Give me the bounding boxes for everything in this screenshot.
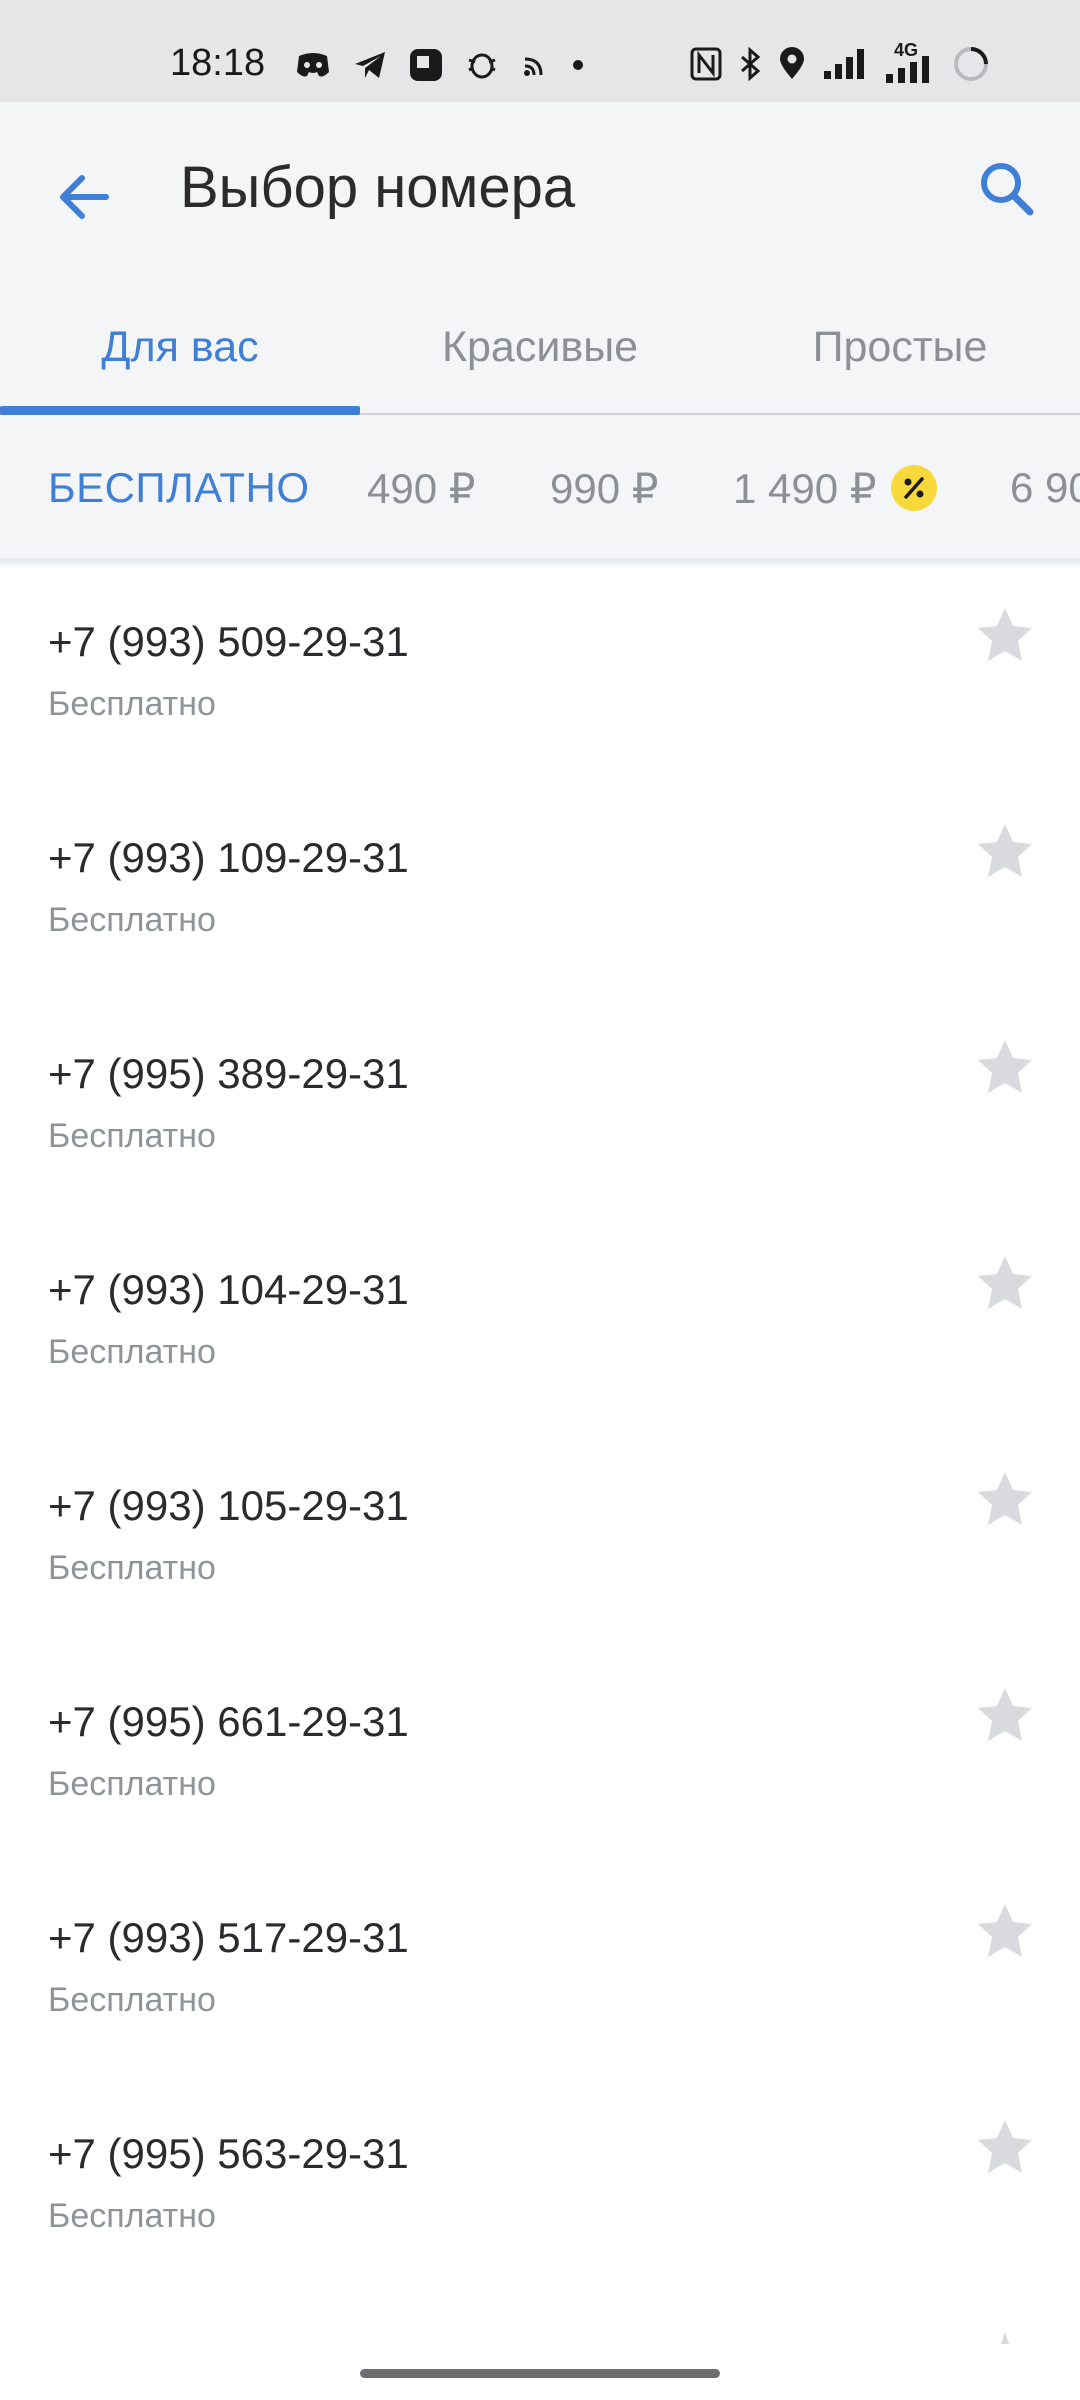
phone-number: +7 (995) 389-29-31 <box>48 1050 409 1097</box>
filter-1490-label: 1 490 ₽ <box>733 464 877 512</box>
discord-icon <box>297 53 329 77</box>
favorite-button[interactable] <box>974 604 1036 666</box>
list-item[interactable]: +7 (993) 517-29-31 Бесплатно <box>0 1856 1080 2072</box>
number-price: Бесплатно <box>48 1117 216 1155</box>
phone-number: +7 (993) 105-29-31 <box>48 1482 409 1529</box>
star-icon <box>978 1256 1032 1309</box>
battery-loading-icon <box>954 47 988 81</box>
active-tab-indicator <box>0 406 360 415</box>
app-header: Выбор номера Для вас Красивые Простые БЕ… <box>0 102 1080 560</box>
filter-1490[interactable]: 1 490 ₽ <box>733 416 937 560</box>
number-price: Бесплатно <box>48 1765 216 1803</box>
phone-number: +7 (995) 563-29-31 <box>48 2130 409 2177</box>
tab-bar: Для вас Красивые Простые <box>0 282 1080 416</box>
notification-icons <box>295 48 585 82</box>
telegram-icon <box>355 52 385 78</box>
percent-icon <box>903 477 924 499</box>
list-item[interactable]: +7 (993) 509-29-31 Бесплатно <box>0 560 1080 776</box>
cast-icon <box>524 57 543 76</box>
tab-simple[interactable]: Простые <box>720 282 1080 412</box>
page-title: Выбор номера <box>180 155 576 220</box>
list-item[interactable]: +7 (995) 661-29-31 Бесплатно <box>0 1640 1080 1856</box>
status-time: 18:18 <box>170 42 266 84</box>
app-icon <box>410 49 442 81</box>
number-price: Бесплатно <box>48 2197 216 2235</box>
favorite-button[interactable] <box>974 820 1036 882</box>
favorite-button[interactable] <box>974 1684 1036 1746</box>
search-button[interactable] <box>972 154 1042 224</box>
favorite-button[interactable] <box>974 1468 1036 1530</box>
star-icon <box>978 1688 1032 1741</box>
tab-for-you[interactable]: Для вас <box>0 282 360 412</box>
list-item[interactable]: +7 (993) 109-29-31 Бесплатно <box>0 776 1080 992</box>
bluetooth-icon <box>741 47 761 81</box>
star-icon <box>978 608 1032 661</box>
star-icon <box>978 2120 1032 2173</box>
discount-badge <box>890 465 937 511</box>
partial-star-icon <box>990 2330 1020 2350</box>
star-icon <box>978 824 1032 877</box>
nfc-icon <box>690 47 722 81</box>
filter-6900[interactable]: 6 90 <box>1010 416 1080 560</box>
favorite-button[interactable] <box>974 1900 1036 1962</box>
number-price: Бесплатно <box>48 1333 216 1371</box>
back-button[interactable] <box>50 162 120 232</box>
location-icon <box>780 47 804 79</box>
home-indicator[interactable] <box>360 2369 720 2378</box>
phone-number: +7 (993) 109-29-31 <box>48 834 409 881</box>
list-item[interactable]: +7 (993) 104-29-31 Бесплатно <box>0 1208 1080 1424</box>
number-price: Бесплатно <box>48 1549 216 1587</box>
list-item[interactable]: +7 (995) 389-29-31 Бесплатно <box>0 992 1080 1208</box>
number-price: Бесплатно <box>48 901 216 939</box>
price-filter-bar: БЕСПЛАТНО 490 ₽ 990 ₽ 1 490 ₽ 6 90 <box>0 416 1080 560</box>
status-bar: 18:18 4G <box>0 0 1080 102</box>
favorite-button[interactable] <box>974 1036 1036 1098</box>
favorite-button[interactable] <box>974 2116 1036 2178</box>
phone-number: +7 (993) 517-29-31 <box>48 1914 409 1961</box>
phone-number: +7 (993) 509-29-31 <box>48 618 409 665</box>
number-price: Бесплатно <box>48 685 216 723</box>
signal-icon <box>824 49 864 79</box>
star-icon <box>978 1472 1032 1525</box>
filter-free[interactable]: БЕСПЛАТНО <box>48 416 310 560</box>
phone-number: +7 (993) 104-29-31 <box>48 1266 409 1313</box>
arrow-left-icon <box>60 175 109 219</box>
bug-icon <box>468 53 496 79</box>
favorite-button[interactable] <box>974 1252 1036 1314</box>
tab-beautiful[interactable]: Красивые <box>360 282 720 412</box>
star-icon <box>978 1904 1032 1957</box>
system-icons: 4G <box>690 40 990 84</box>
filter-990[interactable]: 990 ₽ <box>550 416 658 560</box>
search-icon <box>981 163 1034 216</box>
star-icon <box>978 1040 1032 1093</box>
list-item[interactable]: +7 (993) 105-29-31 Бесплатно <box>0 1424 1080 1640</box>
number-price: Бесплатно <box>48 1981 216 2019</box>
phone-number: +7 (995) 661-29-31 <box>48 1698 409 1745</box>
filter-490[interactable]: 490 ₽ <box>367 416 475 560</box>
signal-4g-icon: 4G <box>884 40 936 84</box>
list-item[interactable]: +7 (995) 563-29-31 Бесплатно <box>0 2072 1080 2288</box>
dot-icon <box>573 60 583 70</box>
